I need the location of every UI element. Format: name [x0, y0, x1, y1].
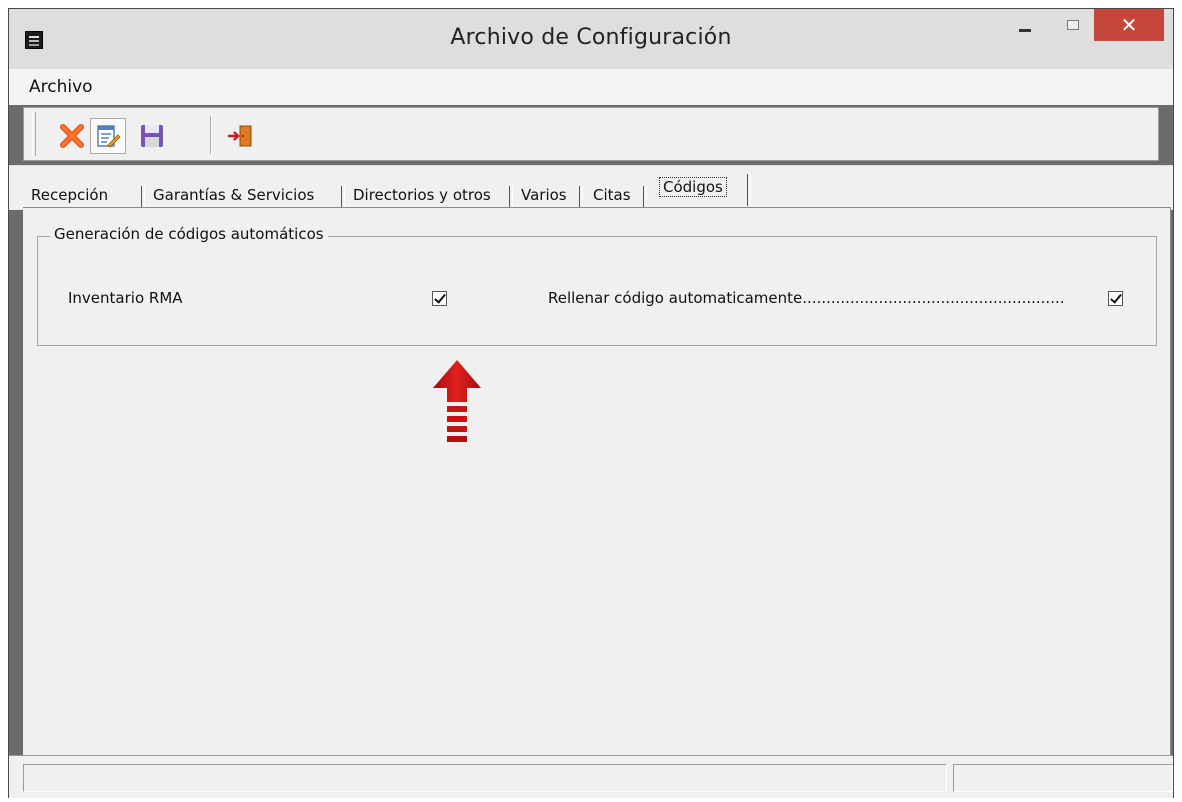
status-panel-main [23, 764, 947, 792]
maximize-button[interactable] [1053, 9, 1093, 41]
tab-codigos[interactable]: Códigos [653, 174, 751, 206]
menu-bar: Archivo [9, 69, 1173, 105]
autofill-code-checkbox[interactable] [1108, 291, 1123, 306]
tab-garantias-servicios[interactable]: Garantías & Servicios [147, 180, 345, 210]
menu-archivo[interactable]: Archivo [29, 77, 93, 97]
close-button[interactable]: ✕ [1094, 9, 1164, 41]
status-panel-secondary [953, 764, 1173, 792]
auto-code-groupbox: Generación de códigos automáticos Invent… [37, 225, 1157, 346]
window-title: Archivo de Configuración [450, 25, 732, 50]
minimize-button[interactable] [1005, 9, 1045, 41]
inventory-rma-checkbox[interactable] [432, 291, 447, 306]
delete-button[interactable] [54, 118, 90, 154]
toolbar-grip[interactable] [32, 112, 36, 156]
exit-button[interactable] [222, 118, 258, 154]
exit-door-icon [228, 125, 252, 147]
tab-varios[interactable]: Varios [515, 180, 583, 210]
tab-recepcion[interactable]: Recepción [25, 180, 145, 210]
maximize-icon [1067, 20, 1079, 30]
status-bar [9, 755, 1173, 798]
close-icon: ✕ [1120, 13, 1138, 37]
config-window: Archivo de Configuración ✕ Archivo Recep… [8, 8, 1174, 798]
codes-tab-panel: Generación de códigos automáticos Invent… [23, 207, 1171, 755]
autofill-code-label: Rellenar código automaticamente.........… [548, 289, 1065, 307]
title-bar[interactable]: Archivo de Configuración ✕ [9, 9, 1173, 69]
tab-directorios-otros[interactable]: Directorios y otros [347, 180, 513, 210]
tab-strip: Recepción Garantías & Servicios Director… [9, 165, 1173, 210]
edit-button[interactable] [90, 118, 126, 154]
edit-document-icon [97, 125, 121, 148]
inventory-rma-label: Inventario RMA [68, 289, 183, 307]
floppy-disk-icon [141, 125, 163, 147]
tab-citas[interactable]: Citas [587, 180, 647, 210]
groupbox-title: Generación de códigos automáticos [50, 225, 328, 243]
red-arrow-up-icon [433, 360, 481, 442]
save-button[interactable] [134, 118, 170, 154]
toolbar-separator [210, 116, 212, 154]
minimize-icon [1019, 28, 1031, 32]
red-x-icon [60, 124, 84, 148]
toolbar [23, 107, 1159, 161]
